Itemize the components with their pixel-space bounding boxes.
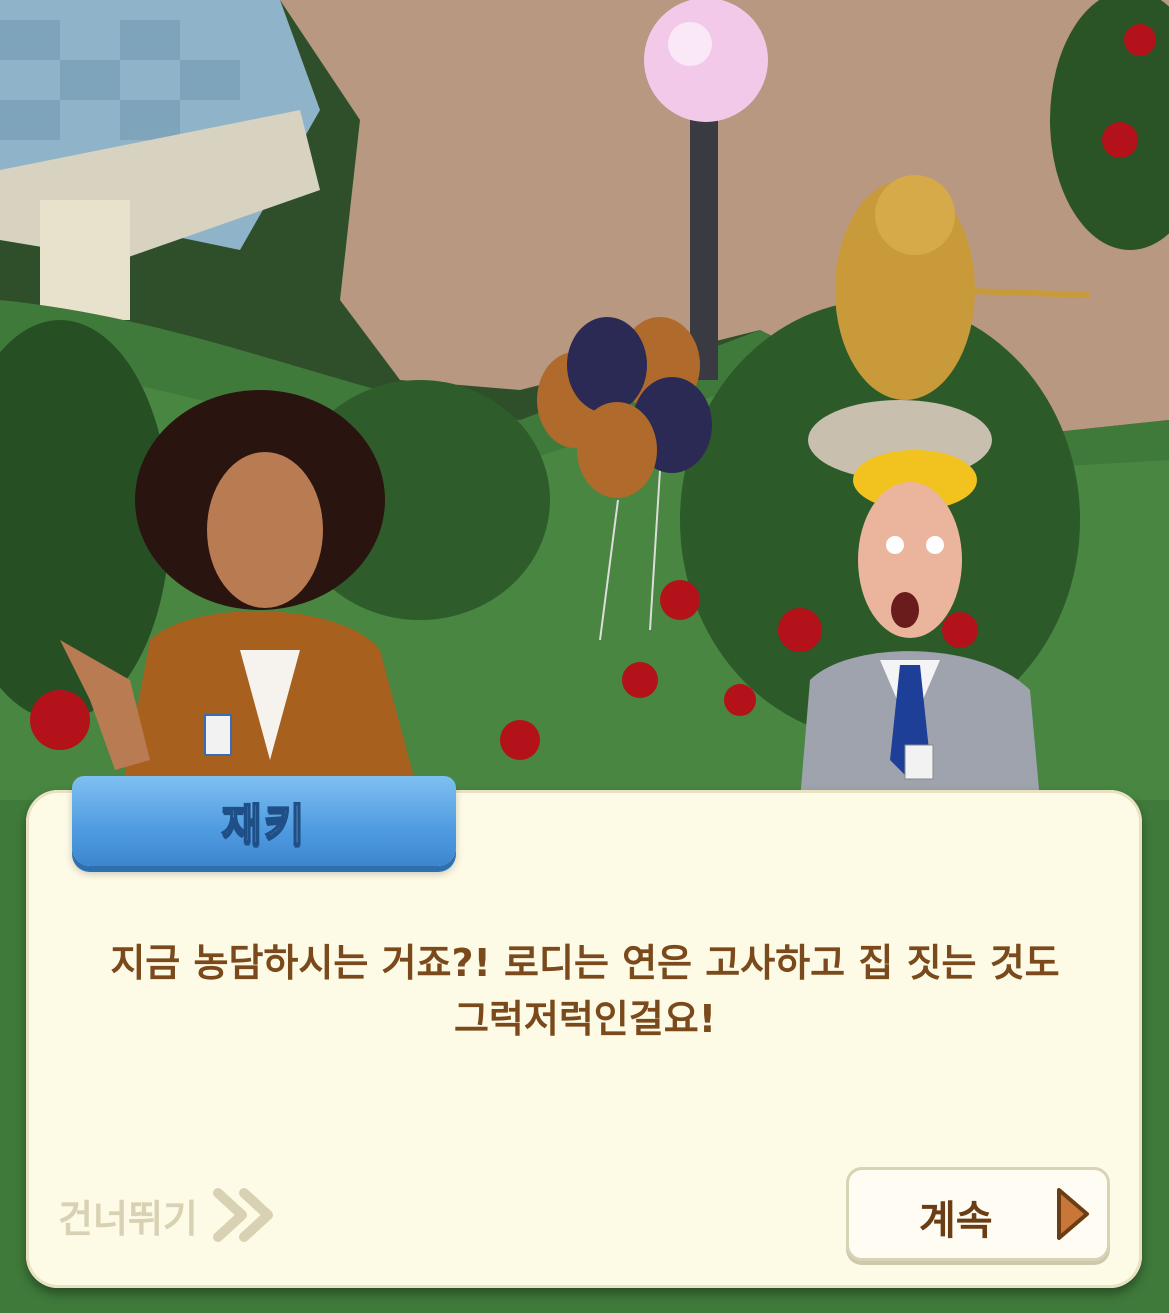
continue-label: 계속 xyxy=(919,1198,993,1244)
dialog-text: 지금 농담하시는 거죠?! 로디는 연은 고사하고 집 짓는 것도 그럭저럭인걸… xyxy=(60,935,1110,1047)
dialog-line: 그럭저럭인걸요! xyxy=(453,997,717,1041)
speaker-name-tab: 재키 xyxy=(72,776,456,866)
skip-button[interactable]: 건너뛰기 xyxy=(58,1185,278,1245)
skip-label: 건너뛰기 xyxy=(58,1196,198,1241)
speaker-name: 재키 xyxy=(221,799,307,852)
continue-button[interactable]: 계속 xyxy=(846,1167,1110,1261)
double-chevron-right-icon xyxy=(212,1188,273,1242)
dialog-line: 지금 농담하시는 거죠?! 로디는 연은 고사하고 집 짓는 것도 xyxy=(110,941,1060,985)
play-arrow-icon xyxy=(1057,1188,1089,1240)
